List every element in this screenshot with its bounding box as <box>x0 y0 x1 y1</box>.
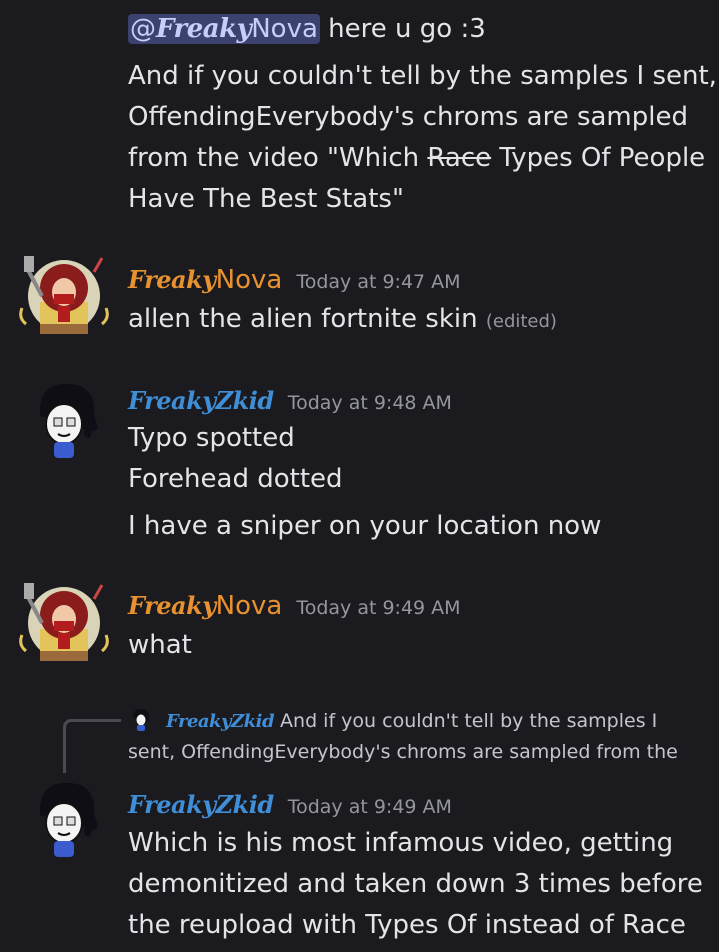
avatar-freakyzkid[interactable] <box>18 775 110 867</box>
reply-connector <box>63 719 121 773</box>
message-line: allen the alien fortnite skin (edited) <box>128 304 557 334</box>
message-line: from the video "Which Race Types Of Peop… <box>128 143 706 173</box>
reply-author[interactable]: FreakyZkid <box>166 711 275 732</box>
message-line: I have a sniper on your location now <box>128 511 602 541</box>
message-header: FreakyNova Today at 9:49 AM <box>128 591 461 625</box>
chat-message-list: @FreakyNova here u go :3 And if you coul… <box>0 0 719 952</box>
author-name[interactable]: FreakyZkid <box>128 386 274 415</box>
reply-preview[interactable]: FreakyZkid And if you couldn't tell by th… <box>128 706 678 768</box>
avatar-freakynova[interactable] <box>18 577 110 669</box>
avatar-freakyzkid[interactable] <box>18 376 110 468</box>
message-line: the reupload with Types Of instead of Ra… <box>128 910 686 940</box>
message-header: FreakyNova Today at 9:47 AM <box>128 265 461 299</box>
message-line: And if you couldn't tell by the samples … <box>128 61 717 91</box>
message-line: @FreakyNova here u go :3 <box>128 14 486 44</box>
message-line: Forehead dotted <box>128 464 343 494</box>
strikethrough-text: Race <box>427 143 492 173</box>
message-line: Have The Best Stats" <box>128 184 404 214</box>
author-name[interactable]: FreakyZkid <box>128 790 274 819</box>
reply-avatar <box>128 706 154 732</box>
author-name[interactable]: FreakyNova <box>128 265 282 295</box>
message-line: OffendingEverybody's chroms are sampled <box>128 102 688 132</box>
avatar-freakynova[interactable] <box>18 250 110 342</box>
author-name[interactable]: FreakyNova <box>128 591 282 621</box>
reply-line: sent, OffendingEverybody's chroms are sa… <box>128 741 678 763</box>
message-line: Which is his most infamous video, gettin… <box>128 828 674 858</box>
message-line: Typo spotted <box>128 423 295 453</box>
message-line: demonitized and taken down 3 times befor… <box>128 869 703 899</box>
timestamp: Today at 9:49 AM <box>287 796 452 818</box>
message-header: FreakyZkid Today at 9:48 AM <box>128 386 452 420</box>
timestamp: Today at 9:47 AM <box>296 271 461 293</box>
edited-label: (edited) <box>485 311 557 332</box>
timestamp: Today at 9:48 AM <box>287 392 452 414</box>
message-header: FreakyZkid Today at 9:49 AM <box>128 790 452 824</box>
timestamp: Today at 9:49 AM <box>296 597 461 619</box>
message-line: what <box>128 630 192 660</box>
user-mention[interactable]: @FreakyNova <box>128 14 320 44</box>
